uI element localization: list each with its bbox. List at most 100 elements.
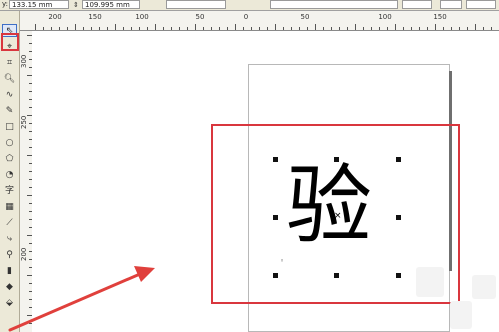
font-list-dropdown[interactable] bbox=[270, 0, 398, 9]
ruler-label: 200 bbox=[48, 13, 62, 21]
ruler-tick bbox=[203, 27, 204, 30]
vertical-ruler[interactable]: 300 250 200 bbox=[19, 31, 33, 332]
ruler-label: 150 bbox=[88, 13, 102, 21]
ruler-tick bbox=[331, 27, 332, 30]
watermark-blur bbox=[472, 275, 496, 299]
ruler-tick bbox=[139, 27, 140, 30]
ruler-tick bbox=[403, 27, 404, 30]
ruler-tick bbox=[387, 27, 388, 30]
crop-tool-icon[interactable]: ⌗ bbox=[2, 57, 17, 70]
ruler-tick bbox=[363, 27, 364, 30]
property-bar: y: 133.15 mm ⇕ 109.995 mm bbox=[0, 0, 499, 11]
smart-fill-tool-icon[interactable]: ✎ bbox=[2, 105, 17, 118]
ruler-tick bbox=[67, 27, 68, 30]
ruler-tick bbox=[411, 27, 412, 30]
ruler-tick bbox=[51, 27, 52, 30]
ruler-tick bbox=[355, 24, 356, 30]
rectangle-tool-icon[interactable]: □ bbox=[2, 121, 17, 134]
ruler-tick bbox=[35, 24, 36, 30]
ruler-tick bbox=[267, 27, 268, 30]
ruler-tick bbox=[195, 24, 196, 30]
pick-tool-highlight bbox=[1, 33, 19, 51]
ruler-tick bbox=[219, 27, 220, 30]
ruler-label: 0 bbox=[243, 13, 249, 21]
freehand-tool-icon[interactable]: ∿ bbox=[2, 89, 17, 102]
ruler-tick bbox=[99, 27, 100, 30]
table-tool-icon[interactable]: ▦ bbox=[2, 201, 17, 214]
toolbox: ⇖ ⌖ ⌗ 🔍︎ ∿ ✎ □ ○ ⬠ ◔ 字 ▦ ⟋ ⤷ ⚲ ▮ ◆ ⬙ bbox=[0, 11, 20, 332]
zoom-tool-icon[interactable]: 🔍︎ bbox=[2, 73, 17, 86]
ruler-label: 200 bbox=[20, 247, 28, 261]
property-dropdown[interactable] bbox=[440, 0, 462, 9]
outline-tool-icon[interactable]: ▮ bbox=[2, 265, 17, 278]
ruler-tick bbox=[419, 27, 420, 30]
text-tool-icon[interactable]: 字 bbox=[2, 185, 17, 198]
ruler-tick bbox=[395, 24, 396, 30]
dimension-tool-icon[interactable]: ⟋ bbox=[2, 217, 17, 230]
property-dropdown-2[interactable] bbox=[466, 0, 496, 9]
ruler-tick bbox=[211, 27, 212, 30]
ruler-tick bbox=[291, 27, 292, 30]
y-coordinate-field[interactable]: 133.15 mm bbox=[9, 0, 69, 9]
ruler-tick bbox=[491, 27, 492, 30]
ruler-tick bbox=[459, 27, 460, 30]
ruler-tick bbox=[323, 27, 324, 30]
ruler-tick bbox=[379, 27, 380, 30]
ruler-tick bbox=[467, 27, 468, 30]
property-field[interactable] bbox=[166, 0, 226, 9]
watermark-blur bbox=[450, 301, 472, 329]
ruler-tick bbox=[451, 27, 452, 30]
ruler-tick bbox=[83, 27, 84, 30]
ruler-tick bbox=[163, 27, 164, 30]
ruler-label: 50 bbox=[195, 13, 205, 21]
ruler-tick bbox=[259, 27, 260, 30]
ruler-tick bbox=[227, 27, 228, 30]
fill-tool-icon[interactable]: ◆ bbox=[2, 281, 17, 294]
ruler-tick bbox=[283, 27, 284, 30]
drawing-canvas[interactable]: 验 × ◦ bbox=[32, 31, 499, 332]
height-field[interactable]: 109.995 mm bbox=[82, 0, 140, 9]
ruler-tick bbox=[299, 27, 300, 30]
polygon-tool-icon[interactable]: ⬠ bbox=[2, 153, 17, 166]
ruler-tick bbox=[443, 27, 444, 30]
ruler-label: 300 bbox=[20, 54, 28, 68]
ruler-tick bbox=[91, 27, 92, 30]
ruler-tick bbox=[347, 27, 348, 30]
watermark-blur bbox=[416, 267, 444, 297]
ruler-tick bbox=[315, 24, 316, 30]
ruler-tick bbox=[107, 27, 108, 30]
ruler-tick bbox=[307, 27, 308, 30]
ruler-tick bbox=[43, 27, 44, 30]
y-coordinate-label: y: bbox=[2, 0, 8, 8]
ruler-tick bbox=[339, 27, 340, 30]
ruler-label: 250 bbox=[20, 115, 28, 129]
interactive-fill-tool-icon[interactable]: ⬙ bbox=[2, 297, 17, 310]
ruler-label: 50 bbox=[300, 13, 310, 21]
ruler-tick bbox=[435, 24, 436, 30]
ruler-tick bbox=[475, 24, 476, 30]
ruler-tick bbox=[155, 24, 156, 30]
ruler-tick bbox=[179, 27, 180, 30]
ruler-label: 100 bbox=[378, 13, 392, 21]
ruler-tick bbox=[123, 27, 124, 30]
ruler-tick bbox=[171, 27, 172, 30]
basic-shapes-tool-icon[interactable]: ◔ bbox=[2, 169, 17, 182]
horizontal-ruler[interactable]: 200 150 100 50 0 50 100 150 bbox=[32, 11, 499, 31]
ruler-tick bbox=[427, 27, 428, 30]
ruler-tick bbox=[235, 24, 236, 30]
ruler-tick bbox=[251, 27, 252, 30]
font-size-dropdown[interactable] bbox=[402, 0, 432, 9]
ruler-tick bbox=[59, 27, 60, 30]
connector-tool-icon[interactable]: ⤷ bbox=[2, 233, 17, 246]
dropper-tool-icon[interactable]: ⚲ bbox=[2, 249, 17, 262]
ruler-tick bbox=[371, 27, 372, 30]
height-icon: ⇕ bbox=[73, 1, 79, 9]
ruler-tick bbox=[243, 27, 244, 30]
ruler-tick bbox=[131, 27, 132, 30]
ruler-label: 100 bbox=[135, 13, 149, 21]
ruler-origin[interactable] bbox=[19, 11, 33, 31]
ellipse-tool-icon[interactable]: ○ bbox=[2, 137, 17, 150]
ruler-tick bbox=[275, 24, 276, 30]
ruler-tick bbox=[75, 24, 76, 30]
ruler-tick bbox=[115, 24, 116, 30]
